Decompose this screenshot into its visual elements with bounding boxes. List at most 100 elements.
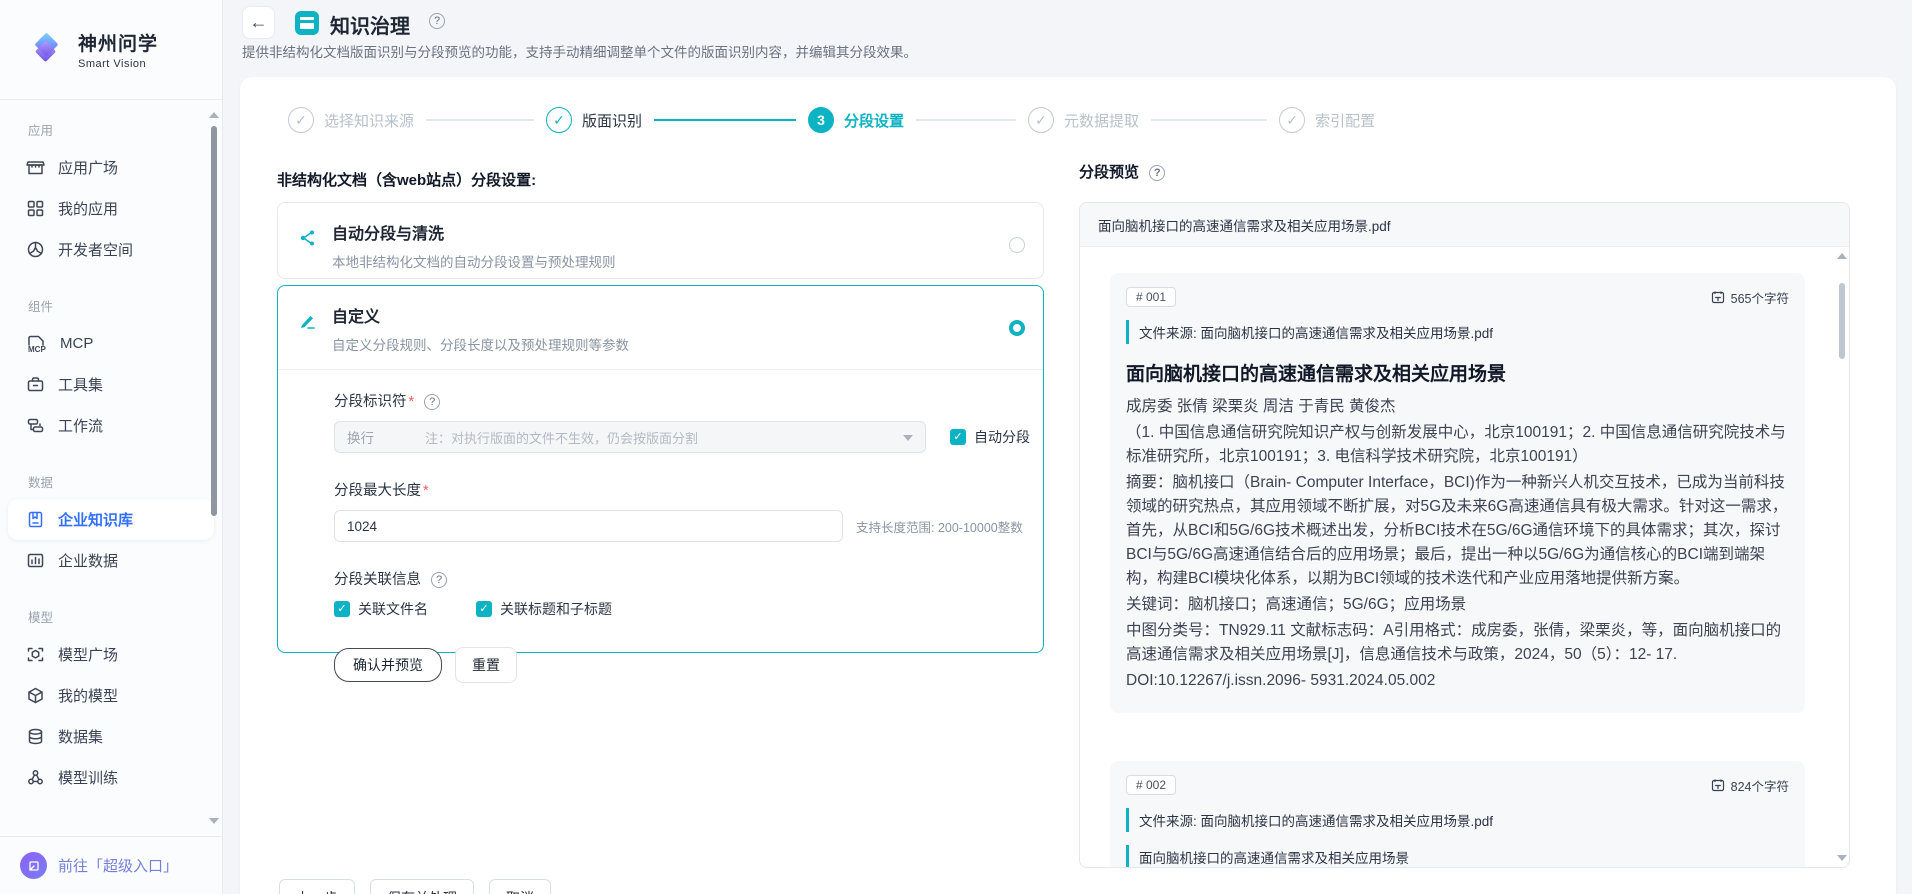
step-connector — [916, 119, 1016, 121]
relation-label: 分段关联信息 ? — [334, 568, 1043, 589]
relate-title-label: 关联标题和子标题 — [500, 599, 612, 619]
segment-paragraph: 关键词：脑机接口；高速通信；5G/6G；应用场景 — [1126, 593, 1789, 617]
title-help-icon[interactable]: ? — [429, 13, 445, 29]
database-icon — [26, 727, 45, 746]
main-area: ← 知识治理 ? 提供非结构化文档版面识别与分段预览的功能，支持手动精细调整单个… — [224, 0, 1912, 894]
page-subtitle: 提供非结构化文档版面识别与分段预览的功能，支持手动精细调整单个文件的版面识别内容… — [242, 41, 917, 61]
auto-segmentation-radio[interactable] — [1009, 237, 1025, 253]
scroll-down-icon[interactable] — [1837, 855, 1847, 861]
option-auto-segmentation[interactable]: 自动分段与清洗 本地非结构化文档的自动分段设置与预处理规则 — [277, 202, 1044, 279]
option-title: 自定义 — [332, 303, 629, 327]
scroll-up-icon[interactable] — [209, 112, 219, 118]
sidebar-item-enterprise-knowledge[interactable]: 企业知识库 — [8, 499, 214, 540]
super-entry-label: 前往「超级入口」 — [58, 855, 178, 876]
step-segmentation[interactable]: 3 分段设置 — [808, 107, 904, 133]
previous-step-button[interactable]: 上一步 — [279, 879, 355, 894]
max-length-input[interactable] — [334, 510, 843, 542]
segment-paragraph: （1. 中国信息通信研究院知识产权与创新发展中心，北京100191；2. 中国信… — [1126, 421, 1789, 469]
knowledge-doc-icon — [295, 11, 319, 35]
brand-logo: 神州问学 Smart Vision — [0, 0, 222, 100]
sidebar-item-developer-space[interactable]: 开发者空间 — [0, 229, 222, 270]
knowledge-base-icon — [26, 510, 45, 529]
auto-segment-checkbox[interactable]: ✓ — [950, 429, 966, 445]
sidebar-scrollbar[interactable] — [209, 112, 219, 824]
workflow-icon — [26, 416, 45, 435]
sidebar-item-toolset[interactable]: 工具集 — [0, 364, 222, 405]
save-and-process-button[interactable]: 保存并处理 — [370, 879, 474, 894]
sidebar-scrollbar-thumb[interactable] — [211, 126, 217, 516]
step-connector — [426, 119, 534, 121]
app-window: 神州问学 Smart Vision 应用 应用广场 我的应用 开发者空间 — [0, 0, 1912, 894]
back-button[interactable]: ← — [242, 6, 275, 39]
segmentation-section-title: 非结构化文档（含web站点）分段设置: — [277, 169, 536, 190]
step-select-source[interactable]: ✓ 选择知识来源 — [288, 107, 414, 133]
separator-select[interactable]: 换行 注：对执行版面的文件不生效，仍会按版面分割 — [334, 421, 926, 453]
segment-card-001: # 001 565个字符 文件来源: 面向脑机接口的高速通信需求及相关应用场景.… — [1110, 273, 1805, 713]
preview-scroll-area[interactable]: # 001 565个字符 文件来源: 面向脑机接口的高速通信需求及相关应用场景.… — [1080, 247, 1849, 867]
cancel-button[interactable]: 取消 — [489, 879, 551, 894]
segment-char-count: 824个字符 — [1711, 776, 1789, 795]
step3-number-badge: 3 — [808, 107, 834, 133]
chevron-down-icon — [903, 435, 913, 441]
preview-help-icon[interactable]: ? — [1149, 165, 1165, 181]
sidebar-item-app-market[interactable]: 应用广场 — [0, 147, 222, 188]
sidebar-item-mcp[interactable]: MCP MCP — [0, 323, 222, 364]
segment-paragraph: 成房委 张倩 梁栗炎 周洁 于青民 黄俊杰 — [1126, 395, 1789, 419]
sidebar-item-enterprise-data[interactable]: 企业数据 — [0, 540, 222, 581]
scroll-down-icon[interactable] — [209, 818, 219, 824]
relate-title-checkbox[interactable]: ✓ — [476, 601, 492, 617]
sidebar-item-workflow[interactable]: 工作流 — [0, 405, 222, 446]
preview-file-bar: 面向脑机接口的高速通信需求及相关应用场景.pdf — [1080, 203, 1849, 247]
toolbox-icon — [26, 375, 45, 394]
segment-char-count: 565个字符 — [1711, 288, 1789, 307]
step-connector-active — [654, 119, 796, 121]
sidebar-item-datasets[interactable]: 数据集 — [0, 716, 222, 757]
segment-source: 文件来源: 面向脑机接口的高速通信需求及相关应用场景.pdf — [1126, 320, 1789, 344]
sidebar-item-my-models[interactable]: 我的模型 — [0, 675, 222, 716]
max-length-label: 分段最大长度* — [334, 479, 1043, 500]
step5-check-icon: ✓ — [1279, 107, 1305, 133]
preview-scrollbar-thumb[interactable] — [1839, 283, 1845, 359]
sidebar-scroll-area: 应用 应用广场 我的应用 开发者空间 组件 MCP MCP — [0, 100, 222, 828]
separator-value: 换行 — [347, 427, 425, 447]
reset-button[interactable]: 重置 — [455, 647, 517, 683]
sidebar-item-my-apps[interactable]: 我的应用 — [0, 188, 222, 229]
stepper: ✓ 选择知识来源 ✓ 版面识别 3 分段设置 ✓ 元数据提取 — [288, 107, 1375, 133]
confirm-preview-button[interactable]: 确认并预览 — [334, 648, 442, 682]
scroll-up-icon[interactable] — [1837, 253, 1847, 259]
option-desc: 本地非结构化文档的自动分段设置与预处理规则 — [332, 251, 616, 271]
relate-filename-checkbox[interactable]: ✓ — [334, 601, 350, 617]
char-count-icon — [1711, 778, 1725, 792]
relation-help-icon[interactable]: ? — [431, 572, 447, 588]
char-count-icon — [1711, 290, 1725, 304]
super-entry-link[interactable]: 前往「超级入口」 — [0, 836, 222, 894]
share-nodes-icon — [298, 220, 332, 253]
pen-edit-icon — [298, 303, 332, 336]
page-header: ← 知识治理 ? 提供非结构化文档版面识别与分段预览的功能，支持手动精细调整单个… — [242, 0, 1912, 76]
content-card: ✓ 选择知识来源 ✓ 版面识别 3 分段设置 ✓ 元数据提取 — [240, 77, 1896, 894]
step2-check-icon: ✓ — [546, 107, 572, 133]
step-metadata[interactable]: ✓ 元数据提取 — [1028, 107, 1139, 133]
sidebar-item-model-market[interactable]: 模型广场 — [0, 634, 222, 675]
brand-tagline: Smart Vision — [78, 58, 158, 70]
sidebar-section-apps: 应用 — [0, 100, 222, 147]
hexagon-nodes-icon — [26, 240, 45, 259]
segment-id-badge: # 002 — [1126, 775, 1176, 795]
sidebar-item-model-training[interactable]: 模型训练 — [0, 757, 222, 798]
sidebar-section-models: 模型 — [0, 587, 222, 634]
step-index-config[interactable]: ✓ 索引配置 — [1279, 107, 1375, 133]
segment-id-badge: # 001 — [1126, 287, 1176, 307]
max-length-hint: 支持长度范围: 200-10000整数 — [856, 517, 1023, 536]
cube-icon — [26, 686, 45, 705]
auto-segment-checkbox-label: 自动分段 — [974, 427, 1030, 447]
svg-text:MCP: MCP — [28, 345, 46, 354]
brand-name: 神州问学 — [78, 29, 158, 56]
separator-help-icon[interactable]: ? — [424, 394, 440, 410]
step-layout-recognition[interactable]: ✓ 版面识别 — [546, 107, 642, 133]
custom-segmentation-radio[interactable] — [1009, 320, 1025, 336]
segment-heading: 面向脑机接口的高速通信需求及相关应用场景 — [1126, 359, 1789, 386]
preview-scrollbar[interactable] — [1837, 253, 1847, 861]
option-custom-segmentation[interactable]: 自定义 自定义分段规则、分段长度以及预处理规则等参数 分段标识符* ? 换行 注… — [277, 285, 1044, 653]
step1-check-icon: ✓ — [288, 107, 314, 133]
mcp-icon: MCP — [26, 333, 47, 354]
